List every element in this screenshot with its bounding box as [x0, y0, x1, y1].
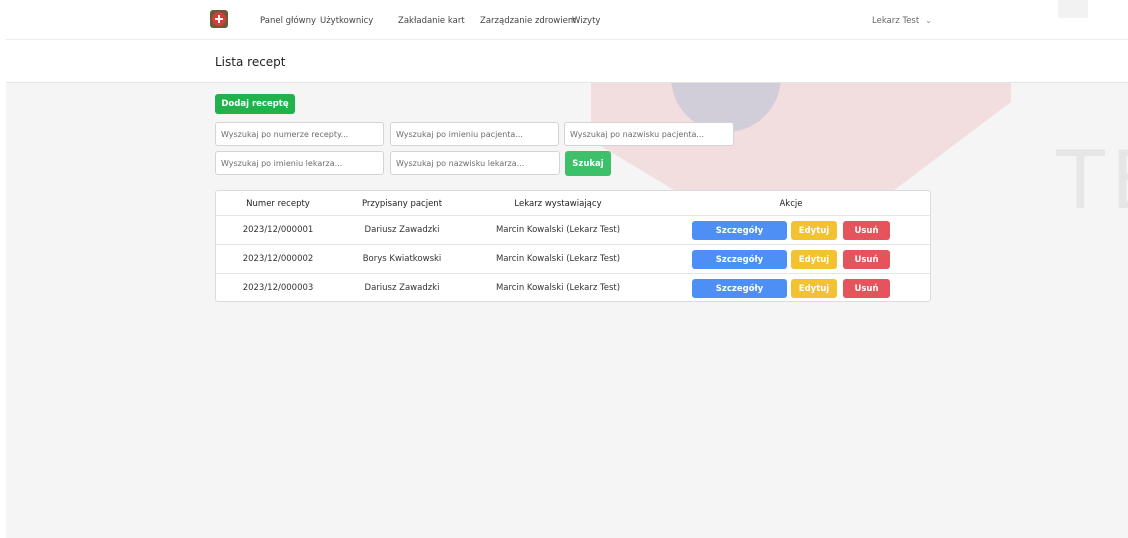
edit-button[interactable]: Edytuj: [791, 279, 837, 298]
watermark-square: [1058, 0, 1088, 18]
details-button[interactable]: Szczegóły: [692, 221, 787, 240]
nav-item-users[interactable]: Użytkownicy: [320, 16, 373, 26]
chevron-down-icon: ⌄: [925, 16, 932, 25]
search-prescription-number-input[interactable]: [215, 122, 384, 146]
search-doctor-last-name-input[interactable]: [390, 151, 560, 175]
delete-button[interactable]: Usuń: [843, 250, 890, 269]
column-header-doctor: Lekarz wystawiający: [514, 199, 602, 209]
nav-item-dashboard[interactable]: Panel główny: [260, 16, 316, 26]
search-patient-first-name-input[interactable]: [390, 122, 559, 146]
search-doctor-first-name-input[interactable]: [215, 151, 384, 175]
search-button[interactable]: Szukaj: [565, 151, 611, 176]
user-name: Lekarz Test: [872, 16, 920, 26]
edit-button[interactable]: Edytuj: [791, 221, 837, 240]
column-header-patient: Przypisany pacjent: [361, 199, 443, 209]
table-row: 2023/12/000001 Dariusz Zawadzki Marcin K…: [216, 215, 930, 244]
prescription-number: 2023/12/000002: [242, 254, 314, 264]
prescription-number: 2023/12/000003: [242, 283, 314, 293]
patient-name: Dariusz Zawadzki: [364, 283, 440, 293]
medical-cross-logo-icon: [212, 12, 226, 26]
user-menu[interactable]: Lekarz Test ⌄: [872, 16, 932, 26]
table-row: 2023/12/000003 Dariusz Zawadzki Marcin K…: [216, 273, 930, 302]
details-button[interactable]: Szczegóły: [692, 250, 787, 269]
prescriptions-table: Numer recepty Przypisany pacjent Lekarz …: [215, 190, 931, 302]
left-edge: [0, 0, 6, 538]
nav-item-health-management[interactable]: Zarządzanie zdrowiem: [480, 16, 576, 26]
edit-button[interactable]: Edytuj: [791, 250, 837, 269]
column-header-actions: Akcje: [779, 199, 803, 209]
watermark-text: TE: [1056, 134, 1128, 227]
patient-name: Borys Kwiatkowski: [362, 254, 442, 264]
details-button[interactable]: Szczegóły: [692, 279, 787, 298]
top-navbar: Panel główny Użytkownicy Zakładanie kart…: [6, 0, 1128, 40]
patient-name: Dariusz Zawadzki: [364, 225, 440, 235]
delete-button[interactable]: Usuń: [843, 221, 890, 240]
search-patient-last-name-input[interactable]: [564, 122, 734, 146]
table-row: 2023/12/000002 Borys Kwiatkowski Marcin …: [216, 244, 930, 273]
column-header-number: Numer recepty: [246, 199, 310, 209]
nav-item-card-creation[interactable]: Zakładanie kart: [398, 16, 465, 26]
page-header: Lista recept: [6, 41, 1128, 83]
doctor-name: Marcin Kowalski (Lekarz Test): [495, 254, 621, 264]
page-title: Lista recept: [215, 55, 286, 69]
delete-button[interactable]: Usuń: [843, 279, 890, 298]
doctor-name: Marcin Kowalski (Lekarz Test): [495, 283, 621, 293]
nav-item-visits[interactable]: Wizyty: [572, 16, 600, 26]
doctor-name: Marcin Kowalski (Lekarz Test): [495, 225, 621, 235]
content-area: TE Dodaj receptę Szukaj Numer recepty Pr…: [6, 64, 1128, 538]
app: TE Dodaj receptę Szukaj Numer recepty Pr…: [0, 0, 1128, 538]
app-logo[interactable]: [210, 10, 228, 28]
prescription-number: 2023/12/000001: [242, 225, 314, 235]
add-prescription-button[interactable]: Dodaj receptę: [215, 94, 295, 114]
